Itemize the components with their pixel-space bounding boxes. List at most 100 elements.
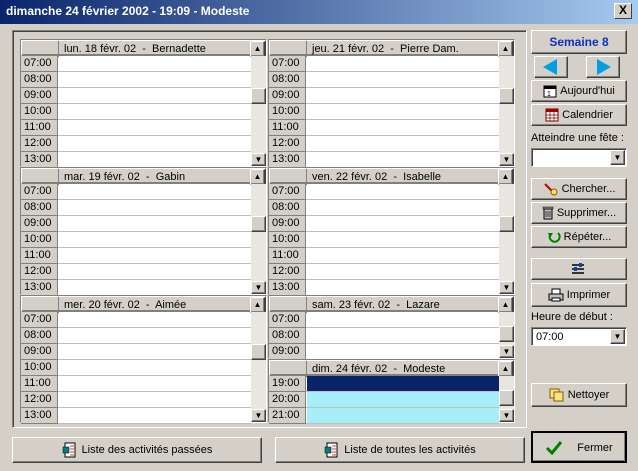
hour-slot-highlighted[interactable]: [307, 408, 499, 423]
vertical-scrollbar[interactable]: ▼: [499, 56, 514, 166]
hour-row: 11:00: [269, 120, 499, 136]
vertical-scrollbar[interactable]: ▼: [251, 184, 266, 294]
hour-slot[interactable]: [307, 328, 499, 343]
window-title: dimanche 24 février 2002 - 19:09 - Modes…: [6, 4, 250, 18]
hour-slot[interactable]: [307, 280, 499, 295]
hour-slot[interactable]: [59, 312, 251, 327]
chevron-down-icon[interactable]: ▼: [610, 150, 625, 165]
hour-row: 11:00: [21, 248, 251, 264]
hour-slot[interactable]: [59, 408, 251, 423]
hour-slot[interactable]: [59, 56, 251, 71]
print-button[interactable]: Imprimer: [531, 283, 627, 307]
previous-week-button[interactable]: [534, 56, 568, 78]
scroll-up-arrow[interactable]: ▲: [498, 169, 513, 185]
hour-slot-selected[interactable]: [307, 376, 499, 391]
all-activities-button[interactable]: Liste de toutes les activités: [275, 437, 525, 463]
start-hour-combobox[interactable]: 07:00 ▼: [531, 327, 627, 346]
hour-slot[interactable]: [307, 136, 499, 151]
scroll-down-arrow[interactable]: ▼: [251, 409, 266, 422]
scroll-thumb[interactable]: [499, 390, 514, 406]
scroll-down-arrow[interactable]: ▼: [499, 345, 514, 358]
feast-combobox[interactable]: ▼: [531, 148, 627, 167]
hour-slot[interactable]: [307, 232, 499, 247]
chevron-down-icon[interactable]: ▼: [610, 329, 625, 344]
scroll-thumb[interactable]: [499, 216, 514, 232]
vertical-scrollbar[interactable]: ▼: [499, 312, 514, 358]
repeat-button[interactable]: Répéter...: [531, 226, 627, 248]
hour-row: 08:00: [269, 328, 499, 344]
hour-label: 20:00: [269, 392, 306, 408]
hour-slot[interactable]: [59, 280, 251, 295]
close-window-button[interactable]: X: [614, 3, 632, 19]
hour-slot[interactable]: [59, 88, 251, 103]
hour-slot[interactable]: [307, 152, 499, 167]
close-button[interactable]: Fermer: [531, 431, 627, 463]
vertical-scrollbar[interactable]: ▼: [499, 184, 514, 294]
hour-slot[interactable]: [59, 120, 251, 135]
day-thursday: jeu. 21 févr. 02 - Pierre Dam. ▲ 07:00 0…: [268, 39, 515, 168]
next-week-button[interactable]: [586, 56, 620, 78]
hour-label: 08:00: [21, 200, 58, 216]
hour-slot[interactable]: [307, 312, 499, 327]
hour-slot[interactable]: [59, 360, 251, 375]
clean-button[interactable]: Nettoyer: [531, 383, 627, 407]
hour-slot[interactable]: [307, 344, 499, 359]
scroll-up-arrow[interactable]: ▲: [498, 41, 513, 57]
hour-slot[interactable]: [307, 184, 499, 199]
hour-slot[interactable]: [307, 216, 499, 231]
hour-slot[interactable]: [59, 72, 251, 87]
hour-slot[interactable]: [59, 200, 251, 215]
scroll-down-arrow[interactable]: ▼: [499, 409, 514, 422]
scroll-up-arrow[interactable]: ▲: [498, 361, 513, 377]
hour-slot[interactable]: [59, 232, 251, 247]
hour-slot[interactable]: [59, 184, 251, 199]
scroll-down-arrow[interactable]: ▼: [499, 281, 514, 294]
calendar-button[interactable]: Calendrier: [531, 104, 627, 126]
hour-slot[interactable]: [59, 248, 251, 263]
vertical-scrollbar[interactable]: ▼: [251, 312, 266, 422]
hour-slot[interactable]: [307, 120, 499, 135]
scroll-thumb[interactable]: [251, 88, 266, 104]
hour-slot[interactable]: [307, 264, 499, 279]
scroll-thumb[interactable]: [499, 88, 514, 104]
scroll-down-arrow[interactable]: ▼: [251, 153, 266, 166]
hour-slot[interactable]: [59, 216, 251, 231]
hour-slot[interactable]: [59, 344, 251, 359]
vertical-scrollbar[interactable]: ▼: [251, 56, 266, 166]
hour-slot[interactable]: [307, 104, 499, 119]
search-button[interactable]: Chercher...: [531, 178, 627, 200]
hour-slot[interactable]: [59, 136, 251, 151]
vertical-scrollbar[interactable]: ▼: [499, 376, 514, 422]
header-corner: [270, 41, 307, 57]
hour-slot[interactable]: [307, 88, 499, 103]
past-activities-button[interactable]: Liste des activités passées: [12, 437, 262, 463]
scroll-down-arrow[interactable]: ▼: [251, 281, 266, 294]
hour-slot[interactable]: [59, 152, 251, 167]
delete-button[interactable]: Supprimer...: [531, 202, 627, 224]
hour-label: 08:00: [269, 328, 306, 344]
scroll-down-arrow[interactable]: ▼: [499, 153, 514, 166]
today-button[interactable]: 1 Aujourd'hui: [531, 80, 627, 102]
day-label: jeu. 21 févr. 02 - Pierre Dam.: [312, 43, 459, 55]
hour-slot[interactable]: [307, 72, 499, 87]
settings-button[interactable]: [531, 258, 627, 280]
scroll-thumb[interactable]: [251, 216, 266, 232]
hour-slot[interactable]: [307, 200, 499, 215]
hour-slot[interactable]: [307, 248, 499, 263]
scroll-up-arrow[interactable]: ▲: [498, 297, 513, 313]
scroll-up-arrow[interactable]: ▲: [250, 297, 265, 313]
scroll-up-arrow[interactable]: ▲: [250, 41, 265, 57]
hour-slot[interactable]: [59, 328, 251, 343]
hour-slot[interactable]: [59, 392, 251, 407]
scroll-up-arrow[interactable]: ▲: [250, 169, 265, 185]
hour-slot[interactable]: [59, 104, 251, 119]
hour-row: 09:00: [269, 216, 499, 232]
day-header: mar. 19 févr. 02 - Gabin ▲: [21, 168, 266, 185]
scroll-thumb[interactable]: [251, 344, 266, 360]
clean-label: Nettoyer: [567, 389, 610, 401]
hour-slot[interactable]: [59, 376, 251, 391]
scroll-thumb[interactable]: [499, 326, 514, 342]
hour-slot[interactable]: [307, 56, 499, 71]
hour-slot-highlighted[interactable]: [307, 392, 499, 407]
hour-slot[interactable]: [59, 264, 251, 279]
